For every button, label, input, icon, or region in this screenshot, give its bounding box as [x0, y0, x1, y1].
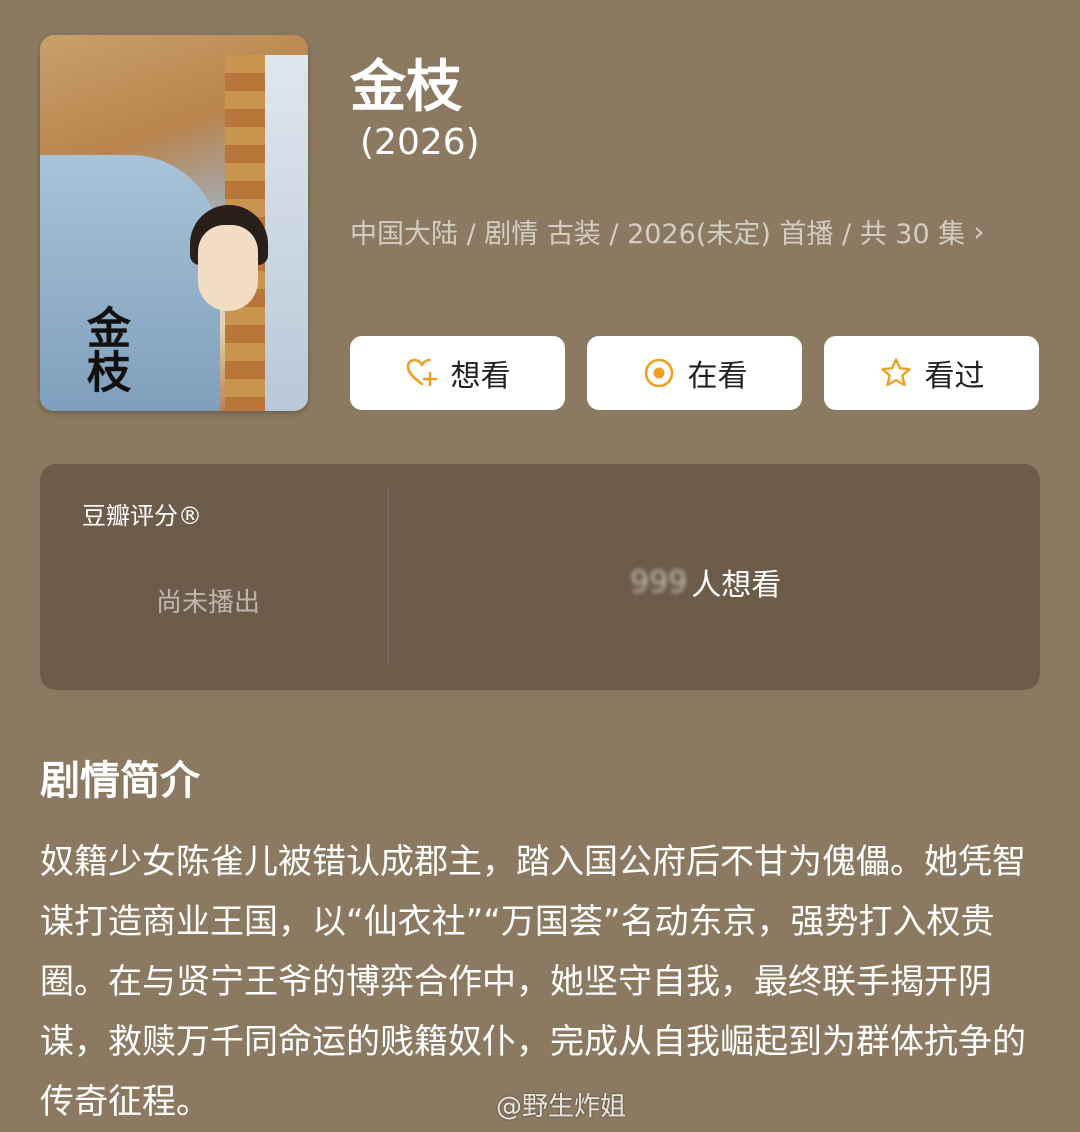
want-button-label: 想看	[450, 359, 511, 394]
poster-face	[198, 225, 258, 311]
poster-title: 金枝	[79, 305, 130, 393]
watching-button[interactable]: 在看	[587, 336, 802, 410]
show-meta-link[interactable]: 中国大陆 / 剧情 古装 / 2026(未定) 首播 / 共 30 集 ›	[350, 212, 984, 251]
watermark: @野生炸姐	[496, 1092, 627, 1122]
synopsis-heading: 剧情简介	[40, 758, 200, 804]
show-year: (2026)	[360, 122, 480, 163]
watched-button-label: 看过	[924, 359, 985, 394]
want-button[interactable]: 想看	[350, 336, 565, 410]
poster-robe	[40, 155, 220, 411]
show-meta-text: 中国大陆 / 剧情 古装 / 2026(未定) 首播 / 共 30 集	[350, 219, 966, 250]
wish-label: 人想看	[691, 568, 782, 603]
poster-image[interactable]: 金枝	[40, 35, 308, 411]
poster-panel-light	[265, 55, 308, 411]
watching-button-label: 在看	[687, 359, 748, 394]
heart-plus-icon	[406, 358, 437, 387]
wish-count-block[interactable]: 999 人想看	[630, 560, 781, 604]
wish-count: 999	[630, 564, 688, 600]
star-icon	[880, 358, 911, 387]
show-title: 金枝	[350, 55, 462, 120]
rating-divider	[388, 488, 389, 666]
chevron-right-icon: ›	[973, 215, 985, 248]
rating-card: 豆瓣评分® 尚未播出 999 人想看	[40, 464, 1040, 690]
rating-label: 豆瓣评分®	[82, 502, 202, 530]
rating-status: 尚未播出	[156, 588, 261, 618]
radio-dot-icon	[644, 358, 673, 388]
watched-button[interactable]: 看过	[824, 336, 1039, 410]
